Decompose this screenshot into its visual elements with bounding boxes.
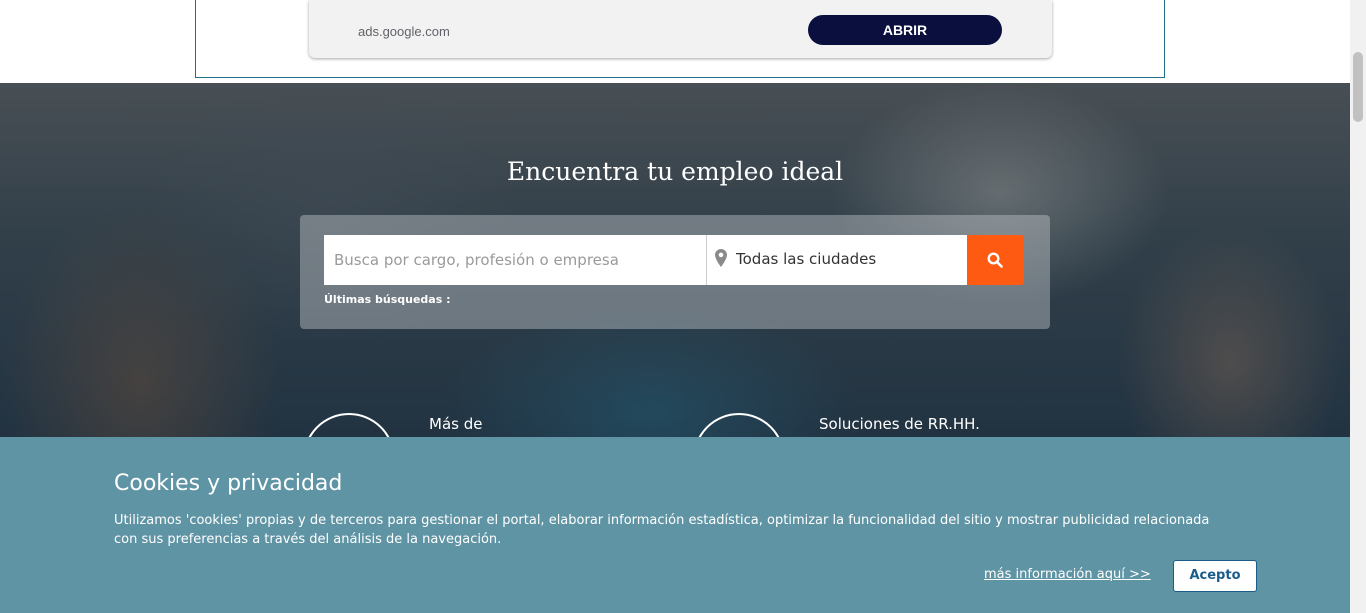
- ad-card[interactable]: ads.google.com ABRIR: [309, 0, 1052, 58]
- ad-url: ads.google.com: [358, 24, 450, 39]
- cookie-title: Cookies y privacidad: [114, 471, 343, 496]
- ad-banner: ads.google.com ABRIR: [195, 0, 1165, 78]
- search-input[interactable]: [324, 235, 706, 285]
- search-button[interactable]: [967, 235, 1024, 285]
- feature-label: Soluciones de RR.HH.: [819, 415, 980, 433]
- city-select[interactable]: Todas las ciudades: [706, 235, 967, 285]
- cookie-banner: Cookies y privacidad Utilizamos 'cookies…: [0, 437, 1350, 613]
- hero-section: Encuentra tu empleo ideal Todas las ciud…: [0, 83, 1350, 437]
- scrollbar-thumb[interactable]: [1353, 52, 1363, 122]
- city-value: Todas las ciudades: [736, 250, 877, 268]
- hero-title: Encuentra tu empleo ideal: [506, 157, 844, 186]
- search-panel: Todas las ciudades Últimas búsquedas :: [300, 215, 1050, 329]
- map-pin-icon: [715, 249, 727, 267]
- feature-label: Más de: [429, 415, 483, 433]
- ad-open-button[interactable]: ABRIR: [808, 15, 1002, 45]
- cookie-text: Utilizamos 'cookies' propias y de tercer…: [114, 513, 1210, 547]
- more-info-link[interactable]: más información aquí >>: [984, 567, 1151, 582]
- scrollbar[interactable]: [1350, 0, 1366, 613]
- recent-searches-label: Últimas búsquedas :: [324, 293, 451, 306]
- accept-button[interactable]: Acepto: [1173, 560, 1257, 592]
- search-icon: [987, 252, 1003, 268]
